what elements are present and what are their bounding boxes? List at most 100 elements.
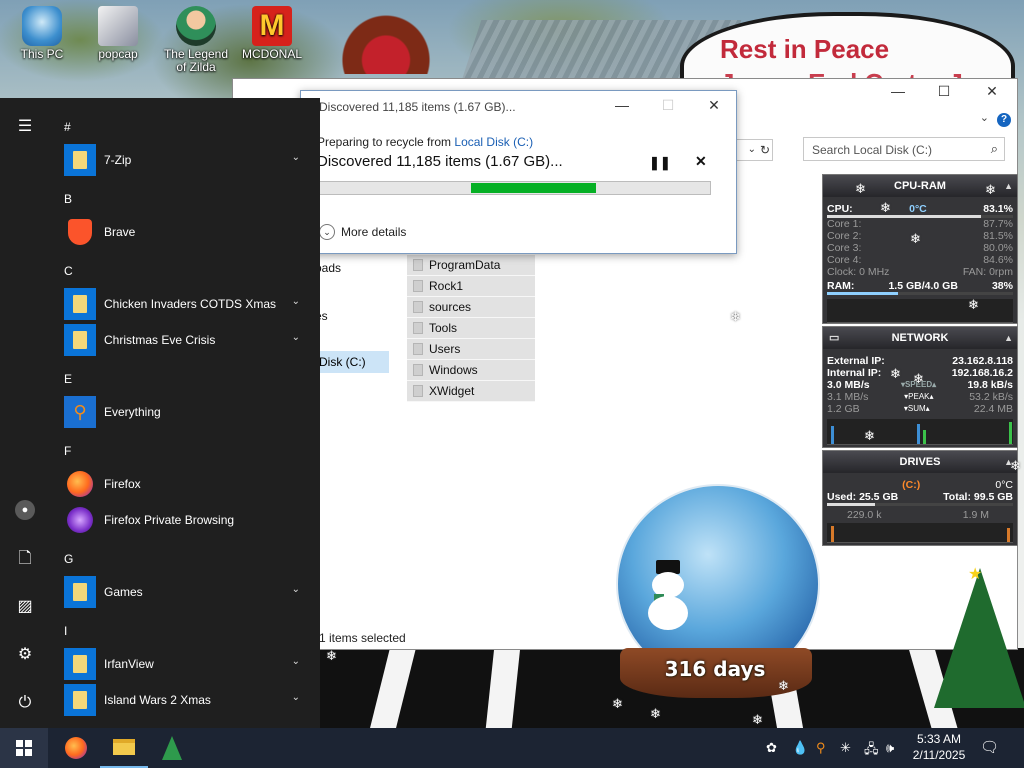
start-item-chicken-invaders[interactable]: Chicken Invaders COTDS Xmas ⌄ (64, 288, 314, 320)
pause-icon[interactable]: ❚❚ (649, 155, 671, 171)
section-letter[interactable]: B (64, 192, 72, 206)
list-item[interactable]: sources (407, 297, 535, 318)
settings-gear-icon[interactable]: ⚙ (14, 644, 36, 666)
network-widget[interactable]: ▭ NETWORK ▲ External IP: 23.162.8.118 In… (822, 326, 1018, 448)
core-label: Core 1: (827, 218, 862, 230)
chevron-down-icon: ⌄ (319, 224, 335, 240)
snowflake-icon: ❄ (880, 200, 891, 215)
section-letter[interactable]: I (64, 624, 67, 638)
start-button[interactable] (0, 728, 48, 768)
list-item[interactable]: ProgramData (407, 255, 535, 276)
section-letter[interactable]: C (64, 264, 73, 278)
desktop-icon-legend-of-zilda[interactable]: The Legend of Zilda (160, 6, 232, 74)
tray-app-icon[interactable]: ✿ (766, 740, 777, 756)
desktop-icon-label: The Legend of Zilda (163, 47, 229, 74)
user-avatar-icon[interactable]: ● (15, 500, 35, 520)
drive-row: (C:) 0°C (823, 479, 1017, 491)
folder-icon (64, 648, 96, 680)
taskbar-recycle-app[interactable] (148, 728, 196, 768)
refresh-icon[interactable]: ↻ (760, 143, 770, 157)
desktop-icon-mcdonal[interactable]: M MCDONAL (236, 6, 308, 61)
external-ip-label: External IP: (827, 355, 885, 367)
list-item[interactable]: Windows (407, 360, 535, 381)
desktop-icon-label: MCDONAL (241, 47, 302, 61)
chevron-down-icon[interactable]: ⌄ (748, 144, 756, 155)
drives-widget[interactable]: DRIVES ▲ (C:) 0°C Used: 25.5 GB Total: 9… (822, 450, 1018, 546)
cancel-icon[interactable]: ✕ (695, 153, 707, 170)
start-menu[interactable]: ☰ ● 🗋 ▨ ⚙ ⏻ # 7-Zip ⌄ B Brave C Chicken … (0, 98, 320, 728)
droplet-icon[interactable]: 💧 (792, 740, 808, 756)
taskbar-file-explorer[interactable] (100, 728, 148, 768)
folder-icon (64, 576, 96, 608)
section-letter[interactable]: F (64, 444, 71, 458)
close-icon[interactable]: ✕ (703, 97, 725, 114)
close-icon[interactable]: ✕ (979, 83, 1005, 100)
volume-icon[interactable]: 🕪 (886, 740, 894, 756)
file-name: sources (429, 300, 472, 314)
power-icon[interactable]: ⏻ (14, 692, 36, 714)
dialog-subtitle: Preparing to recycle from Local Disk (C:… (317, 135, 533, 149)
brightness-icon[interactable]: ✳ (840, 740, 851, 756)
notification-icon[interactable]: 🗨 (980, 738, 999, 756)
file-name: ProgramData (429, 258, 501, 272)
collapse-icon[interactable]: ▲ (1004, 327, 1013, 349)
pictures-icon[interactable]: ▨ (14, 596, 36, 618)
desktop-icon-this-pc[interactable]: This PC (6, 6, 78, 61)
nav-item-label: Disk (C:) (319, 355, 366, 369)
folder-icon (413, 385, 423, 397)
snowflake-icon: ❄ (730, 309, 741, 324)
source-link[interactable]: Local Disk (C:) (454, 135, 533, 149)
list-item[interactable]: XWidget (407, 381, 535, 402)
minimize-icon[interactable]: — (885, 83, 911, 99)
desktop-icon-popcap[interactable]: popcap (82, 6, 154, 61)
start-item-firefox-private[interactable]: Firefox Private Browsing (64, 504, 314, 536)
start-item-7zip[interactable]: 7-Zip ⌄ (64, 144, 314, 176)
start-item-christmas-eve-crisis[interactable]: Christmas Eve Crisis ⌄ (64, 324, 314, 356)
document-icon[interactable]: 🗋 (14, 548, 36, 570)
section-letter[interactable]: G (64, 552, 73, 566)
minimize-icon[interactable]: — (611, 97, 633, 113)
sign-line-1: Rest in Peace (720, 34, 890, 64)
nav-item-local-disk[interactable]: Disk (C:) (315, 351, 389, 373)
core-value: 80.0% (983, 242, 1013, 254)
list-item[interactable]: Users (407, 339, 535, 360)
start-item-irfanview[interactable]: IrfanView ⌄ (64, 648, 314, 680)
recycle-progress-dialog[interactable]: Discovered 11,185 items (1.67 GB)... — ☐… (300, 90, 737, 254)
snowman-icon (646, 560, 690, 630)
zilda-icon (176, 6, 216, 46)
file-name: Rock1 (429, 279, 464, 293)
search-input[interactable]: Search Local Disk (C:) ⌕ (803, 137, 1005, 161)
mcdonalds-icon: M (252, 6, 292, 46)
cpu-row: CPU: 0°C 83.1% (823, 203, 1017, 215)
taskbar-firefox[interactable] (52, 728, 100, 768)
hamburger-menu-icon[interactable]: ☰ (14, 116, 36, 138)
progress-bar (317, 181, 711, 195)
collapse-icon[interactable]: ▲ (1004, 175, 1013, 197)
dialog-status-text: Discovered 11,185 items (1.67 GB)... (317, 153, 563, 170)
snowflake-icon: ❄ (650, 706, 661, 721)
start-item-games[interactable]: Games ⌄ (64, 576, 314, 608)
start-item-firefox[interactable]: Firefox (64, 468, 314, 500)
snowflake-icon: ❄ (913, 371, 924, 386)
network-icon[interactable]: 🖧 (864, 740, 879, 762)
list-item[interactable]: Rock1 (407, 276, 535, 297)
start-item-label: Island Wars 2 Xmas (104, 693, 211, 707)
internal-ip-label: Internal IP: (827, 367, 882, 379)
help-icon[interactable]: ? (997, 113, 1011, 127)
everything-tray-icon[interactable]: ⚲ (816, 740, 826, 756)
section-letter[interactable]: E (64, 372, 72, 386)
section-letter[interactable]: # (64, 120, 71, 134)
start-item-brave[interactable]: Brave (64, 216, 314, 248)
ribbon-collapse-icon[interactable]: ⌄ (980, 111, 989, 124)
clock[interactable]: 5:33 AM 2/11/2025 (908, 731, 970, 763)
start-item-island-wars[interactable]: Island Wars 2 Xmas ⌄ (64, 684, 314, 716)
network-graph (827, 419, 1013, 445)
chevron-down-icon: ⌄ (291, 584, 300, 595)
maximize-icon[interactable]: ☐ (931, 83, 957, 100)
core-value: 84.6% (983, 254, 1013, 266)
start-item-everything[interactable]: ⚲ Everything (64, 396, 314, 428)
download-peak: 3.1 MB/s (827, 391, 869, 403)
clock-time: 5:33 AM (916, 732, 962, 746)
list-item[interactable]: Tools (407, 318, 535, 339)
more-details-button[interactable]: ⌄ More details (319, 224, 406, 240)
